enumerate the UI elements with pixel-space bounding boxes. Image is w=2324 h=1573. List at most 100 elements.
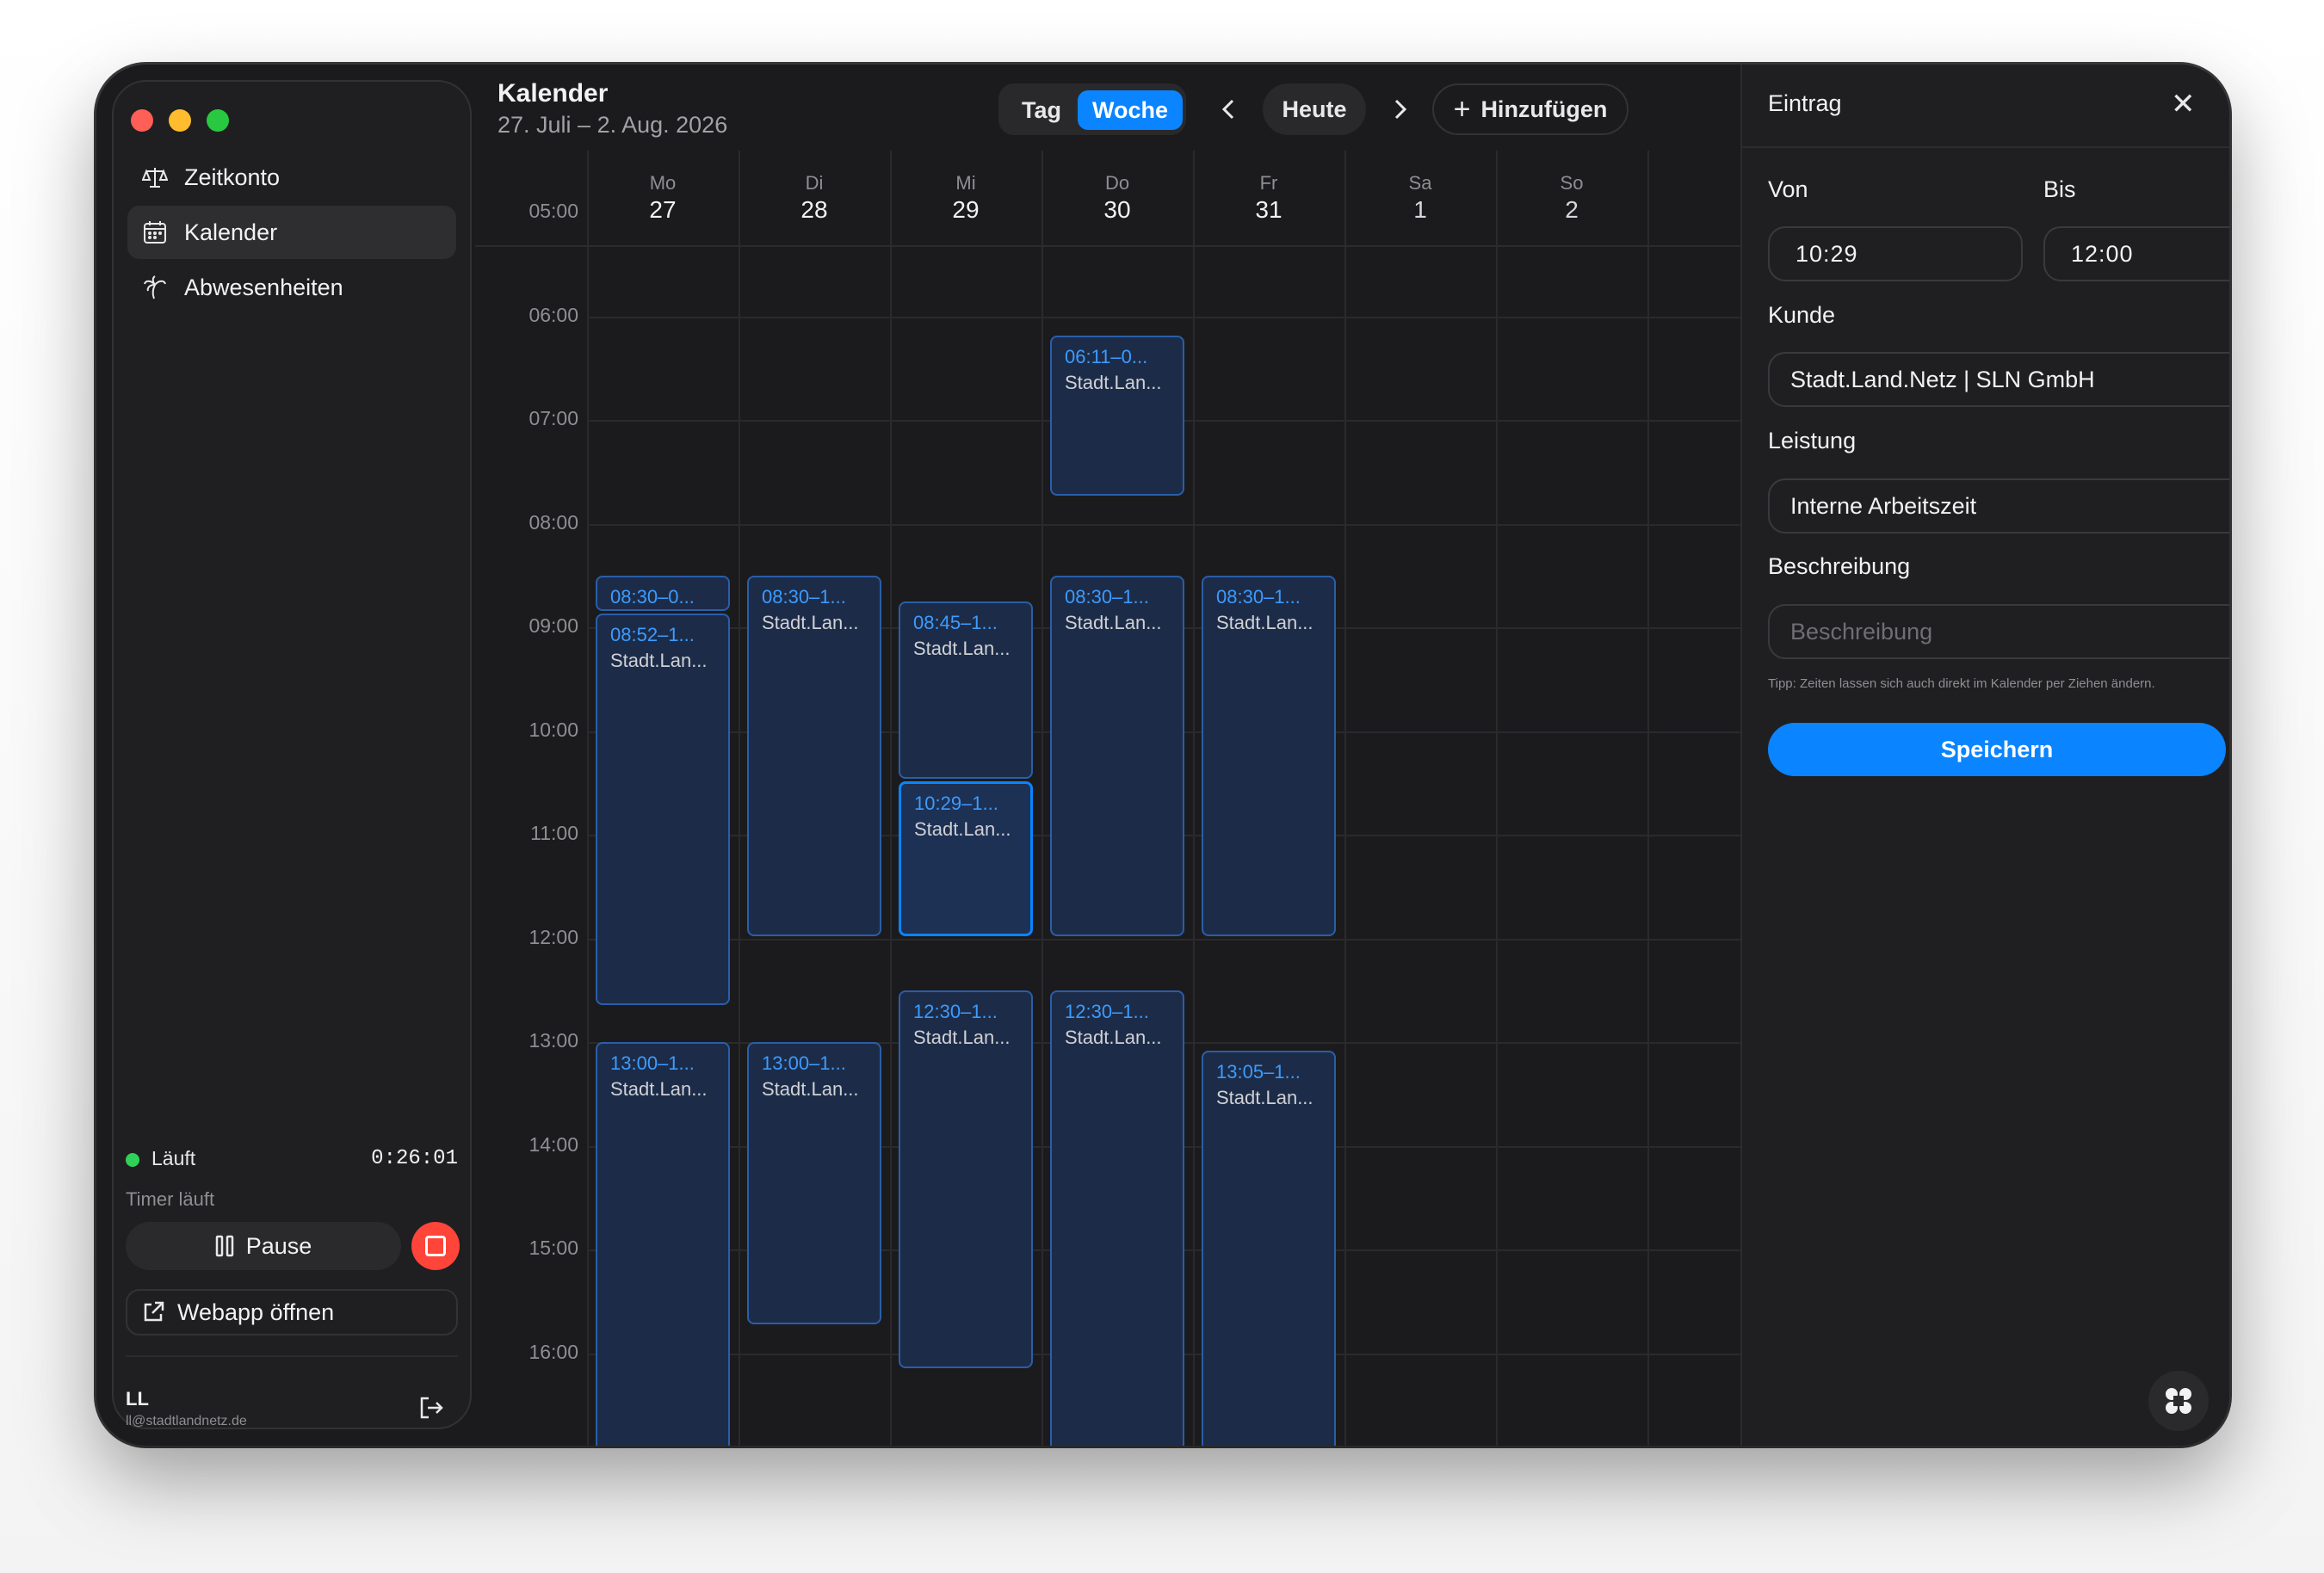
calendar-event[interactable]: 08:45–1... Stadt.Lan... (899, 601, 1033, 779)
sidebar-item-label: Kalender (184, 219, 278, 245)
event-time: 13:00–1... (610, 1052, 695, 1074)
plus-icon: + (1453, 92, 1471, 126)
calendar-event[interactable]: 08:30–1... Stadt.Lan... (1202, 576, 1336, 936)
event-client: Stadt.Lan... (1216, 1087, 1313, 1108)
logout-icon[interactable] (418, 1395, 444, 1425)
event-client: Stadt.Lan... (1065, 372, 1162, 393)
date-range: 27. Juli – 2. Aug. 2026 (498, 112, 728, 138)
day-name: Mi (955, 172, 976, 194)
command-icon[interactable] (2148, 1371, 2209, 1431)
close-window-button[interactable] (131, 109, 153, 132)
event-time: 08:30–1... (1065, 586, 1149, 608)
pause-icon (215, 1235, 234, 1257)
chevron-left-icon (1221, 99, 1234, 120)
day-column-divider (1496, 151, 1498, 1446)
day-header[interactable]: Di 28 (739, 172, 890, 224)
hour-line (587, 524, 1740, 526)
palm-tree-icon (141, 274, 169, 301)
open-webapp-button[interactable]: Webapp öffnen (126, 1289, 458, 1336)
sidebar-item-abwesenheiten[interactable]: Abwesenheiten (127, 261, 456, 314)
timer-status-row: Läuft 0:26:01 (126, 1147, 458, 1170)
calendar-event[interactable]: 08:30–1... Stadt.Lan... (1050, 576, 1184, 936)
calendar-event[interactable]: 12:30–1... Stadt.Lan... (899, 990, 1033, 1368)
day-name: Sa (1408, 172, 1432, 194)
day-header[interactable]: Mi 29 (890, 172, 1041, 224)
description-label: Beschreibung (1768, 553, 1911, 579)
event-time: 08:52–1... (610, 624, 695, 645)
event-client: Stadt.Lan... (1065, 1027, 1162, 1048)
day-header[interactable]: So 2 (1496, 172, 1647, 224)
hour-label: 09:00 (528, 614, 578, 637)
day-name: So (1560, 172, 1584, 194)
hour-label: 06:00 (528, 304, 578, 326)
sidebar-item-zeitkonto[interactable]: Zeitkonto (127, 151, 456, 204)
event-time: 08:45–1... (913, 612, 998, 633)
calendar-event[interactable]: 12:30–1... Stadt.Lan... (1050, 990, 1184, 1446)
today-button[interactable]: Heute (1263, 83, 1366, 135)
fullscreen-window-button[interactable] (207, 109, 229, 132)
day-header[interactable]: Fr 31 (1193, 172, 1344, 224)
sidebar: Zeitkonto Kalender Abwesenheiten Läuft 0… (112, 80, 472, 1429)
sidebar-item-kalender[interactable]: Kalender (127, 206, 456, 259)
stop-icon (425, 1236, 446, 1256)
day-column-divider (890, 151, 892, 1446)
hour-label: 12:00 (528, 926, 578, 948)
calendar-event[interactable]: 13:00–1... Stadt.Lan... (747, 1042, 881, 1324)
view-day-button[interactable]: Tag (1005, 90, 1078, 130)
view-week-button[interactable]: Woche (1078, 90, 1183, 130)
client-label: Kunde (1768, 302, 1836, 328)
day-header[interactable]: Sa 1 (1344, 172, 1496, 224)
day-date: 30 (1103, 196, 1131, 223)
calendar-event-selected[interactable]: 10:29–1... Stadt.Lan... (899, 781, 1033, 936)
stop-button[interactable] (411, 1222, 460, 1270)
calendar-event[interactable]: 13:00–1... Stadt.Lan... (596, 1042, 730, 1446)
day-name: Di (805, 172, 824, 194)
save-button[interactable]: Speichern (1768, 723, 2226, 776)
description-input[interactable]: Beschreibung (1768, 604, 2229, 659)
hour-label: 07:00 (528, 407, 578, 429)
day-header[interactable]: Mo 27 (587, 172, 739, 224)
calendar-event[interactable]: 13:05–1... Stadt.Lan... (1202, 1051, 1336, 1446)
tip-text: Tipp: Zeiten lassen sich auch direkt im … (1768, 676, 2155, 691)
entry-panel: Eintrag ✕ Von Bis 10:29 12:00 Kunde Stad… (1740, 65, 2229, 1446)
event-client: Stadt.Lan... (914, 818, 1011, 840)
chevron-right-icon (1394, 99, 1407, 120)
event-client: Stadt.Lan... (1065, 612, 1162, 633)
client-select[interactable]: Stadt.Land.Netz | SLN GmbH ⌃⌄ (1768, 352, 2229, 407)
event-client: Stadt.Lan... (762, 612, 859, 633)
pause-button[interactable]: Pause (126, 1222, 401, 1270)
service-label: Leistung (1768, 428, 1857, 453)
day-date: 27 (649, 196, 677, 223)
day-column-divider (587, 151, 589, 1446)
running-indicator (126, 1152, 139, 1167)
webapp-label: Webapp öffnen (177, 1298, 335, 1325)
event-client: Stadt.Lan... (610, 650, 708, 671)
to-time-field[interactable]: 12:00 (2043, 226, 2229, 281)
calendar-event[interactable]: 08:30–1... Stadt.Lan... (747, 576, 881, 936)
view-switcher: Tag Woche (998, 83, 1186, 135)
next-week-button[interactable] (1379, 83, 1422, 135)
day-column-divider (739, 151, 740, 1446)
event-client: Stadt.Lan... (610, 1078, 708, 1100)
timer-state: Läuft (151, 1147, 196, 1169)
event-time: 08:30–1... (762, 586, 846, 608)
client-value: Stadt.Land.Netz | SLN GmbH (1790, 366, 2095, 392)
user-email: ll@stadtlandnetz.de (126, 1414, 247, 1428)
from-time-field[interactable]: 10:29 (1768, 226, 2023, 281)
hour-label: 10:00 (528, 719, 578, 741)
timer-value: 0:26:01 (371, 1147, 458, 1170)
close-icon[interactable]: ✕ (2171, 87, 2196, 121)
day-header[interactable]: Do 30 (1041, 172, 1193, 224)
hour-label: 16:00 (528, 1341, 578, 1363)
calendar-event[interactable]: 08:52–1... Stadt.Lan... (596, 614, 730, 1005)
calendar-event[interactable]: 06:11–0... Stadt.Lan... (1050, 336, 1184, 496)
calendar-event[interactable]: 08:30–0... (596, 576, 730, 611)
from-label: Von (1768, 176, 1808, 202)
service-select[interactable]: Interne Arbeitszeit ⌃⌄ (1768, 478, 2229, 534)
pause-label: Pause (245, 1232, 312, 1259)
add-entry-button[interactable]: + Hinzufügen (1432, 83, 1629, 135)
day-date: 31 (1255, 196, 1283, 223)
prev-week-button[interactable] (1207, 83, 1250, 135)
sidebar-item-label: Abwesenheiten (184, 274, 343, 300)
minimize-window-button[interactable] (169, 109, 191, 132)
